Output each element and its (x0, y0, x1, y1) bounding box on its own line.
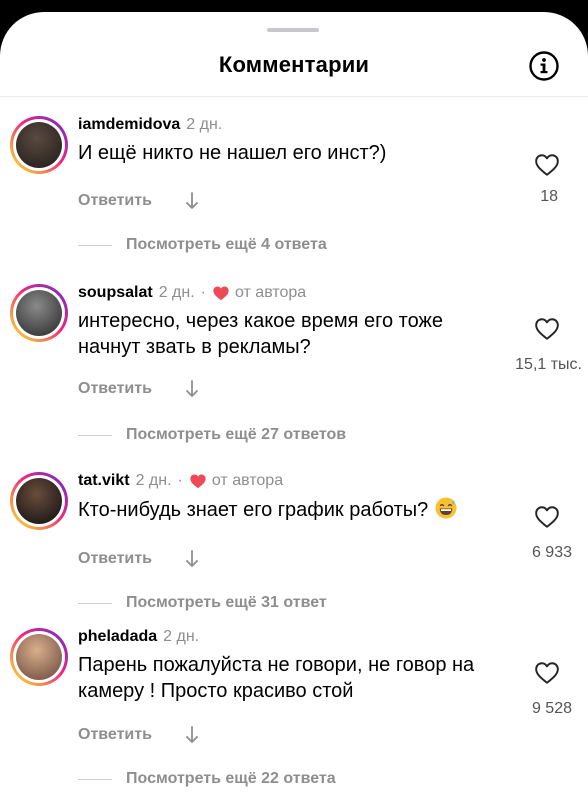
comment-text: Парень пожалуйста не говори, не говор на… (78, 654, 475, 702)
heart-outline-icon[interactable] (534, 504, 560, 530)
comment-actions: Ответить (78, 726, 198, 744)
comment-meta: tat.vikt 2 дн. · от автора (78, 472, 283, 490)
comment-meta: soupsalat 2 дн. · от автора (78, 284, 306, 302)
username[interactable]: soupsalat (78, 284, 153, 302)
heart-filled-icon (213, 286, 229, 301)
liked-by-author-badge: от автора (212, 284, 306, 302)
avatar-photo (16, 634, 62, 680)
arrow-down-icon[interactable] (186, 380, 198, 398)
view-replies-button[interactable]: Посмотреть ещё 31 ответ (78, 594, 327, 612)
avatar[interactable] (10, 116, 68, 174)
avatar[interactable] (10, 472, 68, 530)
grinning-sweat-emoji-icon (435, 497, 457, 519)
comment-actions: Ответить (78, 550, 198, 568)
username[interactable]: pheladada (78, 628, 157, 646)
arrow-down-icon[interactable] (186, 192, 198, 210)
liked-by-author-badge: от автора (189, 472, 283, 490)
timestamp: 2 дн. (135, 472, 172, 489)
like-count: 15,1 тыс. (515, 356, 582, 373)
timestamp: 2 дн. (186, 116, 223, 133)
avatar[interactable] (10, 284, 68, 342)
view-replies-button[interactable]: Посмотреть ещё 27 ответов (78, 426, 346, 444)
info-icon[interactable] (528, 50, 560, 82)
avatar-photo (16, 290, 62, 336)
author-label: от автора (211, 472, 284, 489)
author-label: от автора (234, 284, 307, 301)
comment-text: интересно, через какое время его тоже на… (78, 310, 443, 358)
like-count: 9 528 (531, 700, 572, 717)
comment-actions: Ответить (78, 380, 198, 398)
replies-divider-line (78, 434, 112, 436)
timestamp: 2 дн. (163, 628, 200, 645)
reply-button[interactable]: Ответить (78, 192, 152, 210)
comment-meta: iamdemidova 2 дн. (78, 116, 222, 134)
view-replies-button[interactable]: Посмотреть ещё 4 ответа (78, 236, 327, 254)
comment-text-body: Кто-нибудь знает его график работы? (78, 499, 429, 521)
avatar-photo (16, 122, 62, 168)
avatar[interactable] (10, 628, 68, 686)
comments-sheet: Комментарии iamdemidova 2 дн. И ещё никт… (0, 12, 588, 807)
like-count: 6 933 (531, 544, 572, 561)
arrow-down-icon[interactable] (186, 726, 198, 744)
reply-button[interactable]: Ответить (78, 726, 152, 744)
username[interactable]: iamdemidova (78, 116, 180, 134)
meta-separator: · (177, 472, 183, 489)
heart-outline-icon[interactable] (534, 152, 560, 178)
comment-actions: Ответить (78, 192, 198, 210)
heart-filled-icon (190, 474, 206, 489)
view-replies-label: Посмотреть ещё 27 ответов (126, 426, 347, 443)
replies-divider-line (78, 778, 112, 780)
header-divider (0, 96, 588, 97)
like-count: 18 (540, 188, 558, 205)
avatar-photo (16, 478, 62, 524)
view-replies-label: Посмотреть ещё 4 ответа (126, 236, 327, 253)
username[interactable]: tat.vikt (78, 472, 130, 490)
view-replies-label: Посмотреть ещё 22 ответа (126, 770, 336, 787)
heart-outline-icon[interactable] (534, 660, 560, 686)
comment-meta: pheladada 2 дн. (78, 628, 199, 646)
comment-text: И ещё никто не нашел его инст?) (78, 142, 387, 164)
sheet-grabber[interactable] (267, 28, 319, 32)
arrow-down-icon[interactable] (186, 550, 198, 568)
reply-button[interactable]: Ответить (78, 380, 152, 398)
meta-separator: · (200, 284, 206, 301)
page-title: Комментарии (218, 52, 370, 77)
replies-divider-line (78, 602, 112, 604)
replies-divider-line (78, 244, 112, 246)
view-replies-button[interactable]: Посмотреть ещё 22 ответа (78, 770, 336, 788)
comment-text: Кто-нибудь знает его график работы? (78, 496, 508, 523)
timestamp: 2 дн. (158, 284, 195, 301)
view-replies-label: Посмотреть ещё 31 ответ (126, 594, 327, 611)
heart-outline-icon[interactable] (534, 316, 560, 342)
reply-button[interactable]: Ответить (78, 550, 152, 568)
